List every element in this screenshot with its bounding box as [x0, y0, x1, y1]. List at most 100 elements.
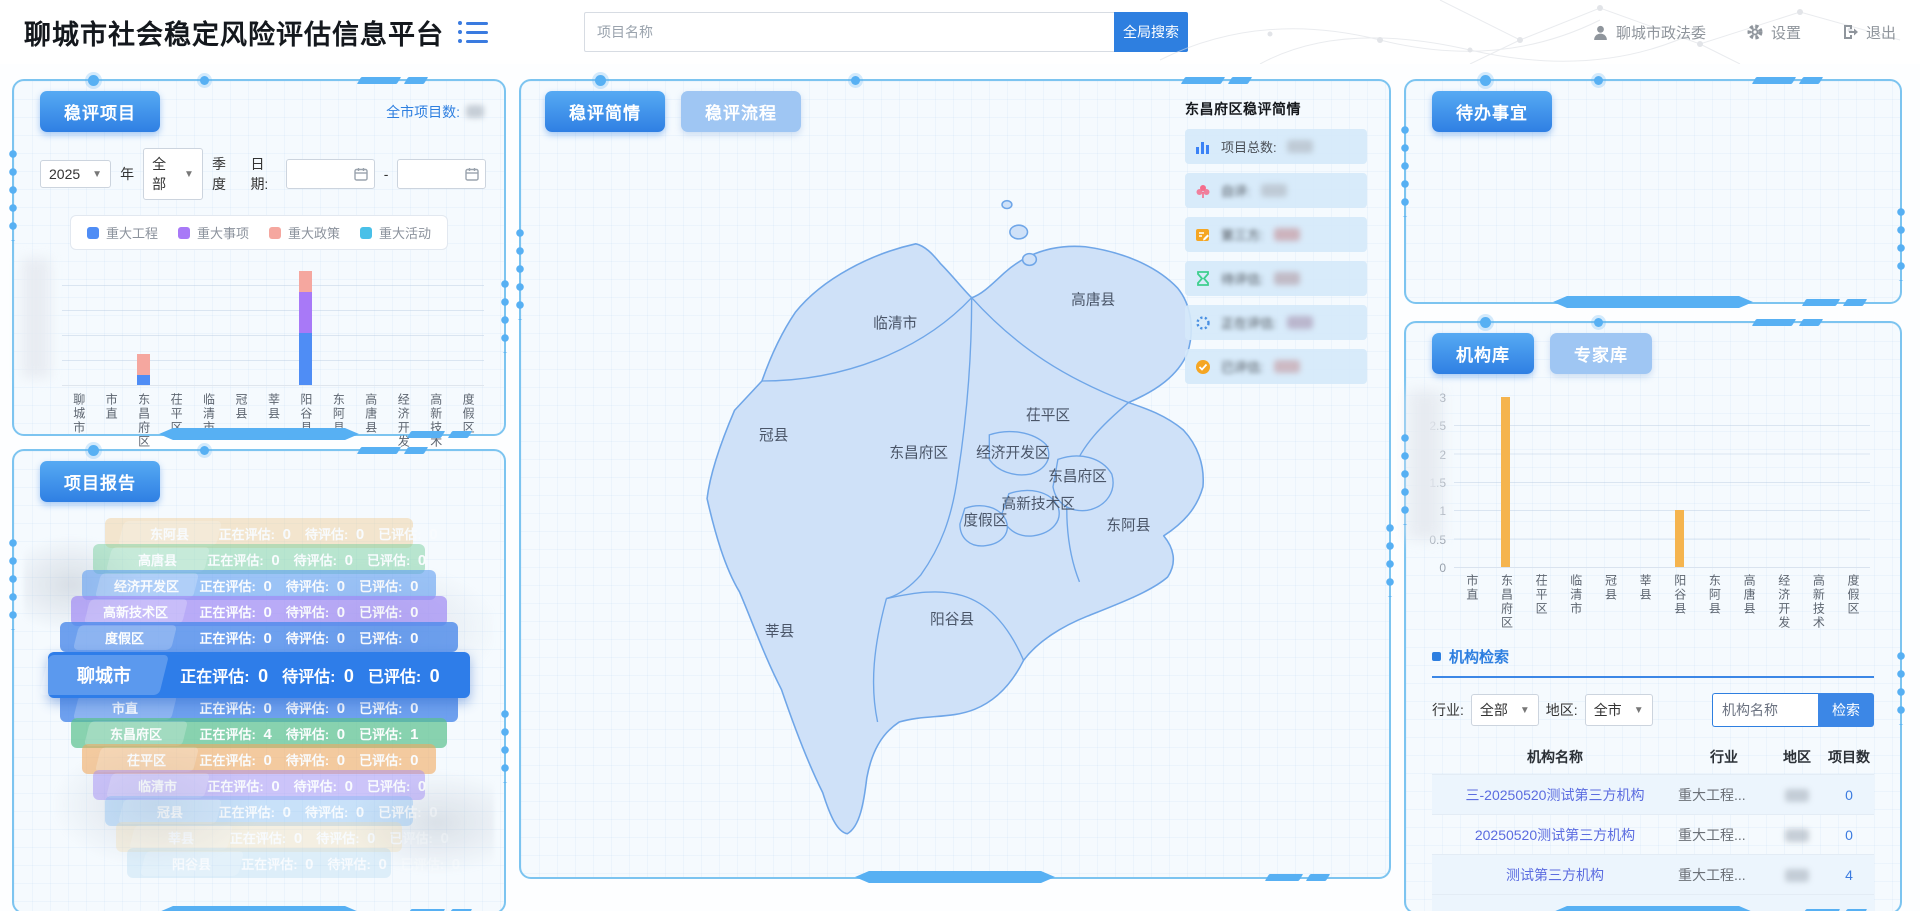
hamburger-menu-icon[interactable] — [458, 21, 488, 43]
x-axis-label: 临清市 — [1569, 574, 1582, 630]
x-axis-label: 莘县 — [266, 393, 279, 449]
x-axis-label: 东昌府区 — [1499, 574, 1512, 630]
redacted-y-axis — [22, 258, 50, 378]
district-label[interactable]: 东昌府区 — [1048, 468, 1107, 485]
panel-stability-projects: 稳评项目 全市项目数: 2025▼ 年 全部▼ 季度 日期: - 重大工程重大 — [12, 79, 506, 436]
district-label[interactable]: 东阿县 — [1106, 517, 1150, 534]
region-report-ribbon[interactable]: 阳谷县正在评估: 0待评估: 0已评估: 0 — [127, 848, 391, 878]
org-chart-x-labels: 市直东昌府区茌平区临清市冠县莘县阳谷县东阿县高唐县经济开发高新技术度假区 — [1454, 574, 1870, 630]
region-report-ribbon[interactable]: 度假区正在评估: 0待评估: 0已评估: 0 — [60, 622, 459, 652]
org-search-button[interactable]: 检索 — [1818, 693, 1874, 727]
search-input[interactable] — [584, 12, 1114, 52]
logout-icon — [1841, 23, 1859, 41]
panel-deco — [159, 906, 359, 911]
legend-item[interactable]: 重大事项 — [178, 223, 249, 242]
district-label[interactable]: 经济开发区 — [976, 444, 1049, 461]
org-project-count: 0 — [1824, 787, 1874, 803]
x-axis-label: 东阿县 — [1707, 574, 1720, 630]
global-search-button[interactable]: 全局搜索 — [1114, 12, 1188, 52]
edit-note-icon — [1195, 227, 1211, 243]
gear-icon — [1746, 23, 1764, 41]
panel-reports-title: 项目报告 — [40, 461, 160, 502]
projects-chart-x-labels: 聊城市市直东昌府区茌平区临清市冠县莘县阳谷县东阿县高唐县经济开发高新技术度假区 — [62, 393, 484, 449]
date-end-input[interactable] — [397, 159, 486, 189]
x-axis-label: 高新技术 — [1811, 574, 1824, 630]
district-label[interactable]: 高新技术区 — [1002, 495, 1075, 512]
flower-icon — [1195, 183, 1211, 199]
calendar-icon — [354, 167, 368, 181]
x-axis-label: 东昌府区 — [137, 393, 150, 449]
org-region-redacted — [1770, 787, 1824, 803]
legend-item[interactable]: 重大政策 — [269, 223, 340, 242]
org-table: 机构名称行业地区项目数三-20250520测试第三方机构重大工程...02025… — [1432, 740, 1874, 894]
x-axis-label: 莘县 — [1638, 574, 1651, 630]
year-select[interactable]: 2025▼ — [40, 160, 111, 188]
district-label[interactable]: 莘县 — [765, 623, 794, 640]
legend-item[interactable]: 重大工程 — [87, 223, 158, 242]
district-label[interactable]: 临清市 — [873, 315, 917, 332]
chart-bar — [1501, 397, 1510, 567]
map-islet — [1023, 254, 1037, 266]
legend-item[interactable]: 重大活动 — [360, 223, 431, 242]
panel-deco — [1804, 299, 1865, 306]
table-row[interactable]: 测试第三方机构重大工程...4 — [1432, 854, 1874, 894]
quarter-select[interactable]: 全部▼ — [143, 148, 203, 200]
region-select[interactable]: 全市▼ — [1585, 694, 1653, 726]
table-row[interactable]: 20250520测试第三方机构重大工程...0 — [1432, 814, 1874, 854]
date-separator: - — [384, 166, 389, 182]
chart-legend: 重大工程 重大事项 重大政策 重大活动 — [70, 215, 448, 250]
brief-stat-row: 自评: — [1185, 173, 1367, 208]
brief-stat-label: 已评估: — [1221, 357, 1264, 376]
industry-select[interactable]: 全部▼ — [1471, 694, 1539, 726]
x-axis-label: 经济开发 — [396, 393, 409, 449]
org-industry: 重大工程... — [1678, 825, 1770, 845]
x-axis-label: 冠县 — [1603, 574, 1616, 630]
redacted-y-axis — [1408, 390, 1442, 540]
x-axis-label: 高唐县 — [1742, 574, 1755, 630]
brief-stat-row: 已评估: — [1185, 349, 1367, 384]
district-label[interactable]: 茌平区 — [1026, 407, 1070, 424]
date-start-input[interactable] — [286, 159, 375, 189]
x-axis-label: 度假区 — [461, 393, 474, 449]
brief-stat-label: 正在评估: — [1221, 313, 1277, 332]
district-label[interactable]: 阳谷县 — [930, 611, 974, 628]
user-menu[interactable]: 聊城市政法委 — [1592, 22, 1706, 43]
tab-assessment-brief[interactable]: 稳评简情 — [545, 91, 665, 132]
logout-button[interactable]: 退出 — [1841, 22, 1896, 43]
org-name-input[interactable] — [1712, 693, 1818, 727]
panel-organizations: 机构库 专家库 00.511.522.53 市直东昌府区茌平区临清市冠县莘县阳谷… — [1404, 321, 1902, 911]
org-region-redacted — [1770, 827, 1824, 843]
table-header-cell: 地区 — [1770, 747, 1824, 767]
district-label[interactable]: 冠县 — [759, 427, 788, 444]
district-brief-card: 东昌府区稳评简情 项目总数:自评:第三方:待评估:正在评估:已评估: — [1185, 99, 1367, 393]
table-row[interactable]: 三-20250520测试第三方机构重大工程... 0 — [1432, 774, 1874, 814]
x-axis-label: 冠县 — [234, 393, 247, 449]
tab-assessment-process[interactable]: 稳评流程 — [681, 91, 801, 132]
table-header-cell: 行业 — [1678, 747, 1770, 767]
x-axis-label: 聊城市 — [72, 393, 85, 449]
tab-org-library[interactable]: 机构库 — [1432, 333, 1534, 374]
quarter-suffix: 季度 — [212, 154, 236, 194]
tab-expert-library[interactable]: 专家库 — [1550, 333, 1652, 374]
org-industry: 重大工程... — [1678, 865, 1770, 885]
brief-stat-row: 第三方: — [1185, 217, 1367, 252]
org-name-link[interactable]: 20250520测试第三方机构 — [1432, 825, 1678, 845]
org-name-link[interactable]: 三-20250520测试第三方机构 — [1432, 785, 1678, 805]
org-industry: 重大工程... — [1678, 785, 1770, 805]
org-table-empty-row — [1432, 894, 1874, 911]
brief-stat-label: 自评: — [1221, 181, 1251, 200]
brief-stat-row: 项目总数: — [1185, 129, 1367, 164]
x-axis-label: 市直 — [1465, 574, 1478, 630]
settings-button[interactable]: 设置 — [1746, 22, 1801, 43]
chevron-down-icon: ▼ — [92, 169, 102, 180]
org-name-link[interactable]: 测试第三方机构 — [1432, 865, 1678, 885]
panel-projects-title: 稳评项目 — [40, 91, 160, 132]
district-label[interactable]: 东昌府区 — [889, 444, 948, 461]
region-report-ribbon[interactable]: 聊城市正在评估: 0待评估: 0已评估: 0 — [48, 652, 469, 698]
brief-stat-row: 待评估: — [1185, 261, 1367, 296]
panel-todo: 待办事宜 — [1404, 79, 1902, 304]
district-label[interactable]: 高唐县 — [1071, 292, 1115, 309]
district-label[interactable]: 度假区 — [963, 512, 1007, 529]
x-axis-label: 高唐县 — [364, 393, 377, 449]
app-header: 聊城市社会稳定风险评估信息平台 全局搜索 聊城市政法委 设置 退出 — [0, 0, 1920, 64]
